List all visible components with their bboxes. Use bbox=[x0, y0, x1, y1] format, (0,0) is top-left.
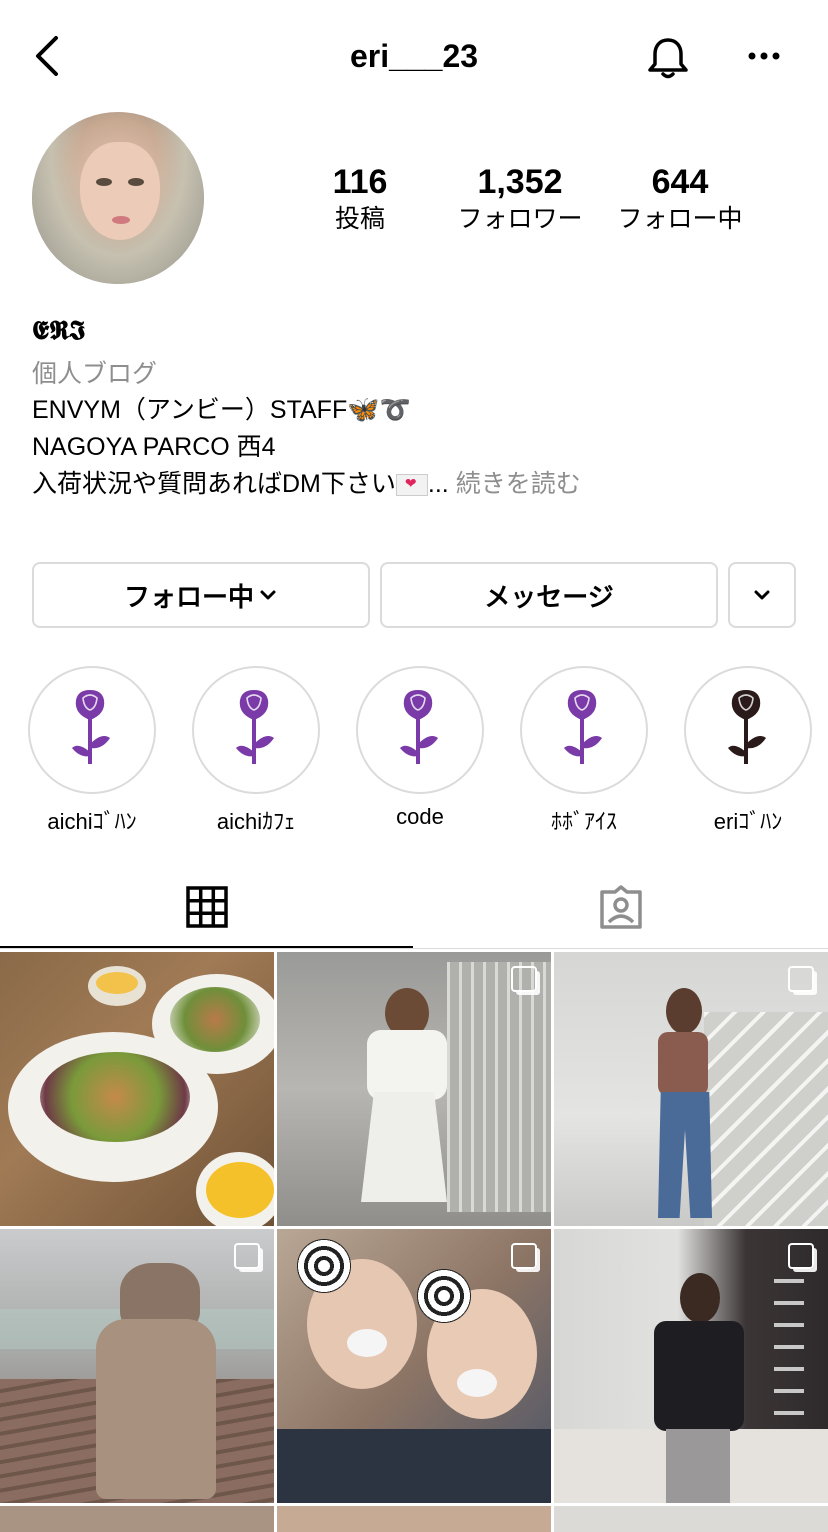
story-highlight[interactable]: eriｺﾞﾊﾝ bbox=[684, 666, 812, 836]
love-letter-emoji-icon bbox=[395, 474, 428, 497]
bio-line-1-suffix: ➰ bbox=[379, 396, 411, 424]
post-tile[interactable] bbox=[277, 1229, 551, 1503]
story-highlight[interactable]: aichiｶﾌｪ bbox=[192, 666, 320, 836]
rose-icon bbox=[400, 690, 438, 764]
post-tile[interactable] bbox=[0, 1506, 274, 1532]
highlight-cover bbox=[192, 666, 320, 794]
highlight-label: aichiｶﾌｪ bbox=[216, 809, 296, 834]
highlight-label: aichiｺﾞﾊﾝ bbox=[47, 809, 137, 834]
tagged-tab[interactable] bbox=[598, 884, 644, 935]
tagged-person-icon bbox=[600, 885, 642, 929]
bio-line-2: NAGOYA PARCO 西4 bbox=[32, 433, 276, 461]
chevron-down-icon bbox=[260, 590, 276, 600]
highlight-cover bbox=[684, 666, 812, 794]
rose-icon bbox=[236, 690, 274, 764]
butterfly-emoji-icon: 🦋 bbox=[347, 394, 380, 424]
post-tile[interactable] bbox=[554, 1229, 828, 1503]
story-highlight[interactable]: aichiｺﾞﾊﾝ bbox=[28, 666, 156, 836]
following-button-label: フォロー中 bbox=[123, 581, 254, 612]
top-bar: eri___23 bbox=[0, 0, 828, 112]
rose-icon bbox=[564, 690, 602, 764]
highlight-label: eriｺﾞﾊﾝ bbox=[713, 809, 783, 834]
highlight-cover bbox=[356, 666, 484, 794]
highlight-cover bbox=[28, 666, 156, 794]
bio-line-1-text: ENVYM（アンビー）STAFF bbox=[32, 396, 348, 424]
posts-label: 投稿 bbox=[334, 205, 385, 233]
posts-count: 116 bbox=[332, 163, 388, 201]
bio-ellipsis: ... bbox=[427, 470, 449, 498]
profile-avatar[interactable] bbox=[32, 112, 204, 284]
post-tile[interactable] bbox=[0, 1229, 274, 1503]
highlight-label: ﾎﾎﾞｱｲｽ bbox=[550, 809, 617, 834]
grid-icon bbox=[186, 886, 228, 928]
post-tile[interactable] bbox=[277, 1506, 551, 1532]
bio-line-1: ENVYM（アンビー）STAFF🦋➰ bbox=[32, 390, 411, 426]
stat-following[interactable]: 644 フォロー中 bbox=[605, 162, 755, 236]
following-count: 644 bbox=[651, 163, 709, 201]
profile-tabs bbox=[0, 862, 828, 950]
highlight-cover bbox=[520, 666, 648, 794]
more-options-icon[interactable] bbox=[744, 44, 784, 68]
followers-label: フォロワー bbox=[457, 205, 583, 233]
profile-username: eri___23 bbox=[349, 38, 479, 74]
read-more-link[interactable]: 続きを読む bbox=[456, 470, 581, 498]
bio-line-3: 入荷状況や質問あればDM下さい... 続きを読む bbox=[32, 464, 581, 500]
tab-divider bbox=[0, 948, 828, 949]
grid-tab[interactable] bbox=[186, 886, 228, 933]
rose-icon bbox=[728, 690, 766, 764]
following-label: フォロー中 bbox=[617, 205, 743, 233]
post-tile[interactable] bbox=[277, 952, 551, 1226]
stat-followers[interactable]: 1,352 フォロワー bbox=[445, 162, 595, 236]
profile-display-name: 𝕰𝕽𝕴 bbox=[32, 316, 86, 346]
message-button[interactable]: メッセージ bbox=[380, 562, 718, 628]
post-tile[interactable] bbox=[554, 952, 828, 1226]
story-highlight[interactable]: code bbox=[356, 666, 484, 830]
suggested-accounts-button[interactable] bbox=[728, 562, 796, 628]
post-tile[interactable] bbox=[554, 1506, 828, 1532]
message-button-label: メッセージ bbox=[484, 581, 614, 612]
active-tab-indicator bbox=[0, 946, 413, 948]
story-highlight[interactable]: ﾎﾎﾞｱｲｽ bbox=[520, 666, 648, 836]
chevron-down-icon bbox=[754, 590, 770, 600]
bio-line-3-text: 入荷状況や質問あればDM下さい bbox=[32, 470, 396, 498]
bell-icon[interactable] bbox=[644, 34, 692, 82]
post-tile[interactable] bbox=[0, 952, 274, 1226]
followers-count: 1,352 bbox=[477, 163, 563, 201]
profile-category: 個人ブログ bbox=[32, 360, 158, 388]
highlight-label: code bbox=[396, 804, 444, 829]
following-button[interactable]: フォロー中 bbox=[32, 562, 370, 628]
stat-posts[interactable]: 116 投稿 bbox=[285, 162, 435, 236]
rose-icon bbox=[72, 690, 110, 764]
